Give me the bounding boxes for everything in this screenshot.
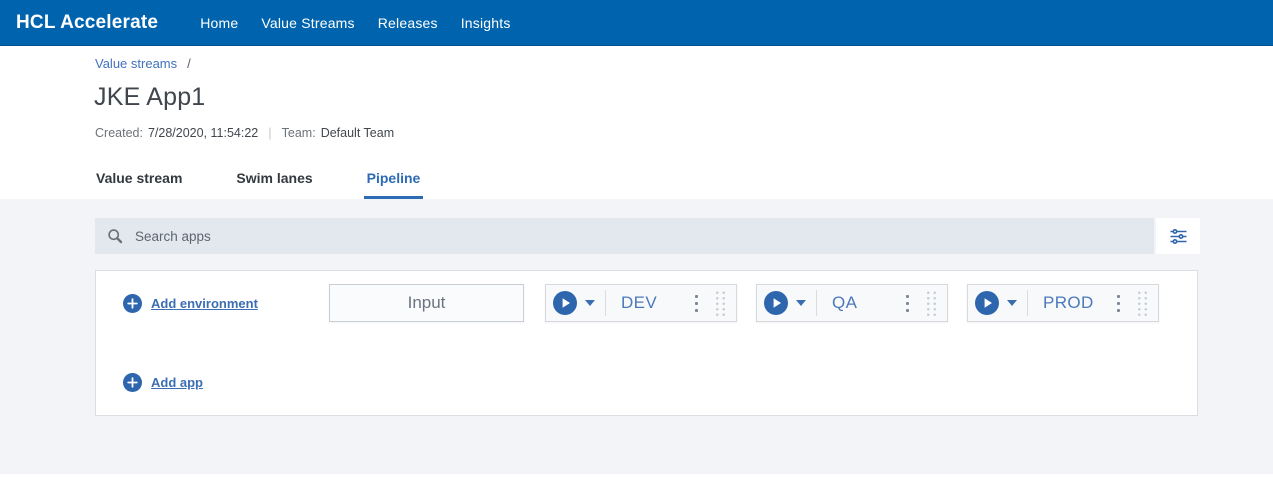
add-environment-label: Add environment — [151, 295, 258, 311]
play-button[interactable] — [975, 291, 999, 315]
pipeline-card: Add environment Input DEV QA PROD Add ap… — [95, 270, 1198, 416]
nav-item-releases[interactable]: Releases — [378, 15, 438, 31]
environment-box-dev: DEV — [545, 284, 737, 322]
team-label: Team: — [281, 125, 316, 140]
plus-circle-icon — [123, 293, 142, 313]
search-apps-box[interactable] — [95, 218, 1154, 254]
environment-name: QA — [832, 293, 858, 312]
drag-handle-icon[interactable] — [1135, 288, 1149, 318]
tab-value-stream[interactable]: Value stream — [93, 170, 185, 199]
environment-name: PROD — [1043, 293, 1094, 312]
play-button[interactable] — [764, 291, 788, 315]
drag-handle-icon[interactable] — [924, 288, 938, 318]
page-meta: Created: 7/28/2020, 11:54:22 | Team: Def… — [95, 125, 1273, 140]
nav-item-insights[interactable]: Insights — [461, 15, 511, 31]
tab-pipeline[interactable]: Pipeline — [363, 170, 424, 199]
drag-handle-icon[interactable] — [713, 288, 727, 318]
search-input[interactable] — [133, 227, 1142, 245]
team-value: Default Team — [320, 125, 395, 140]
environment-box-prod: PROD — [967, 284, 1159, 322]
meta-divider: | — [268, 125, 272, 140]
search-toolbar — [95, 218, 1200, 254]
chevron-down-icon[interactable] — [796, 300, 806, 306]
add-app-button[interactable]: Add app — [123, 373, 203, 392]
divider — [1027, 290, 1028, 316]
search-icon — [107, 228, 123, 244]
filter-button[interactable] — [1156, 218, 1200, 254]
plus-circle-icon — [123, 373, 142, 392]
settings-adjust-icon — [1169, 227, 1188, 246]
top-navigation-bar: HCL Accelerate Home Value Streams Releas… — [0, 0, 1273, 46]
breadcrumb-value-streams-link[interactable]: Value streams — [95, 56, 177, 71]
input-stage-box[interactable]: Input — [329, 284, 524, 322]
main-nav: Home Value Streams Releases Insights — [200, 15, 510, 31]
nav-item-home[interactable]: Home — [200, 15, 238, 31]
page-title: JKE App1 — [94, 83, 206, 111]
kebab-menu-icon[interactable] — [1117, 301, 1120, 305]
pipeline-tab-content: Add environment Input DEV — [0, 199, 1273, 474]
add-environment-button[interactable]: Add environment — [123, 293, 329, 313]
kebab-menu-icon[interactable] — [695, 301, 698, 305]
breadcrumb-separator: / — [187, 56, 191, 71]
environment-box-qa: QA — [756, 284, 948, 322]
nav-item-value-streams[interactable]: Value Streams — [261, 15, 354, 31]
page-header: Value streams / JKE App1 Created: 7/28/2… — [0, 46, 1273, 199]
breadcrumb: Value streams / — [95, 56, 1273, 71]
app-logo[interactable]: HCL Accelerate — [16, 12, 158, 34]
add-environment-cell: Add environment — [123, 293, 329, 313]
tab-swim-lanes[interactable]: Swim lanes — [233, 170, 315, 199]
add-app-row: Add app — [123, 373, 1197, 392]
tab-bar: Value stream Swim lanes Pipeline — [93, 170, 1273, 199]
created-label: Created: — [95, 125, 143, 140]
environment-name: DEV — [621, 293, 658, 312]
chevron-down-icon[interactable] — [1007, 300, 1017, 306]
kebab-menu-icon[interactable] — [906, 301, 909, 305]
created-value: 7/28/2020, 11:54:22 — [147, 125, 259, 140]
input-stage-label: Input — [407, 293, 446, 312]
divider — [605, 290, 606, 316]
environments-row: Add environment Input DEV QA PROD — [123, 284, 1197, 322]
play-button[interactable] — [553, 291, 577, 315]
add-app-label: Add app — [151, 375, 203, 390]
divider — [816, 290, 817, 316]
chevron-down-icon[interactable] — [585, 300, 595, 306]
